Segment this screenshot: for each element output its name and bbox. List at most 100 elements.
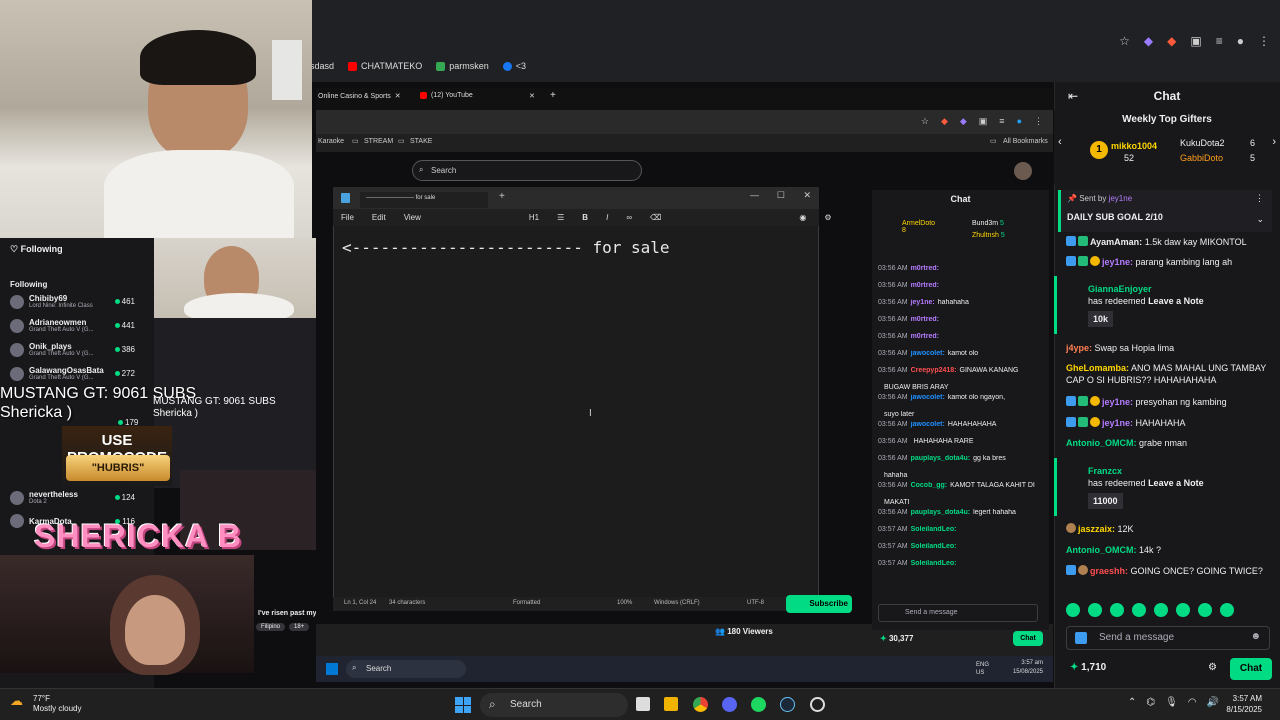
weather-widget[interactable]: 77°F Mostly cloudy	[33, 694, 81, 714]
language-indicator[interactable]: ENG US	[976, 661, 989, 677]
pinned-sub-goal[interactable]: 📌 Sent by jey1ne DAILY SUB GOAL 2/10 ⋮ ⌄	[1058, 190, 1272, 232]
redeem-user[interactable]: Franzcx	[1088, 465, 1268, 477]
chat-user[interactable]: SoleilandLeo:	[911, 560, 957, 567]
new-tab-button[interactable]: +	[499, 191, 505, 202]
spotify-icon[interactable]	[751, 697, 766, 712]
task-view-icon[interactable]	[636, 697, 650, 711]
volume-icon[interactable]: 🔊	[1207, 697, 1219, 708]
taskbar-search[interactable]: ⌕ Search	[346, 660, 466, 678]
gear-icon[interactable]: ⚙	[1208, 662, 1217, 673]
close-icon[interactable]: ✕	[529, 92, 535, 100]
chat-user[interactable]: m0rtred:	[911, 265, 939, 272]
bookmark-chatmateko[interactable]: CHATMATEKO	[348, 61, 422, 71]
following-channel[interactable]: nevertheless Dota 2 124	[10, 490, 135, 505]
following-channel[interactable]: Adrianeowmen Grand Theft Auto V (G... 441	[10, 318, 135, 333]
chat-user[interactable]: Cocob_gg:	[911, 482, 948, 489]
tag[interactable]: 18+	[289, 623, 310, 631]
chevron-down-icon[interactable]: ⌄	[1256, 214, 1264, 225]
emote-icon[interactable]	[1132, 603, 1146, 617]
chat-send-button[interactable]: Chat	[1230, 658, 1272, 680]
chat-user[interactable]: m0rtred:	[911, 282, 939, 289]
menu-icon[interactable]: ⋮	[1034, 116, 1043, 127]
search-input[interactable]: ⌕ Search	[412, 160, 642, 181]
close-button[interactable]: ✕	[803, 190, 811, 201]
discord-icon[interactable]	[722, 697, 737, 712]
steam-icon[interactable]	[780, 697, 795, 712]
wifi-icon[interactable]: ◠	[1188, 697, 1197, 708]
tab-youtube[interactable]: (12) YouTube	[420, 92, 473, 99]
chat-user[interactable]: Antonio_OMCM:	[1066, 545, 1136, 555]
chevron-up-icon[interactable]: ⌃	[1128, 697, 1136, 708]
close-icon[interactable]: ✕	[395, 92, 401, 100]
chat-user[interactable]: pauplays_dota4u:	[911, 455, 971, 462]
emote-icon[interactable]	[1088, 603, 1102, 617]
redeem-user[interactable]: GiannaEnjoyer	[1088, 283, 1268, 295]
chat-user[interactable]: m0rtred:	[911, 316, 939, 323]
extension-icon[interactable]: ◆	[941, 116, 948, 127]
file-explorer-icon[interactable]	[664, 697, 678, 711]
notepad-tab[interactable]: ------------------------ for sale	[360, 192, 488, 208]
chat-user[interactable]: m0rtred:	[911, 333, 939, 340]
puzzle-icon[interactable]: ▣	[979, 116, 988, 127]
chat-user[interactable]: jey1ne:	[1102, 418, 1133, 428]
next-arrow-icon[interactable]: ›	[1272, 136, 1276, 148]
inner-chat-send-button[interactable]: Chat	[1013, 631, 1043, 646]
star-icon[interactable]: ☆	[1119, 34, 1130, 48]
inner-clock[interactable]: 3:57 am 15/08/2025	[1013, 659, 1043, 677]
extension-icon[interactable]: ◆	[1167, 34, 1176, 48]
media-icon[interactable]: ≡	[999, 116, 1004, 127]
chat-user[interactable]: j4ype:	[1066, 343, 1092, 353]
chat-user[interactable]: jey1ne:	[911, 299, 935, 306]
menu-icon[interactable]: ⋮	[1258, 34, 1270, 48]
user-avatar[interactable]	[1014, 162, 1032, 180]
heading-dropdown[interactable]: H1	[529, 213, 539, 222]
status-format[interactable]: Formatted	[513, 600, 540, 606]
link-icon[interactable]: ∞	[626, 213, 632, 222]
prev-arrow-icon[interactable]: ‹	[1058, 136, 1062, 148]
clock[interactable]: 3:57 AM 8/15/2025	[1226, 693, 1262, 715]
italic-icon[interactable]: I	[606, 213, 608, 222]
badge-picker-icon[interactable]	[1075, 632, 1087, 644]
channel-points[interactable]: ✦ 1,710	[1070, 662, 1106, 673]
more-icon[interactable]: ⋮	[1255, 193, 1264, 204]
settings-icon[interactable]: ⚙	[824, 213, 831, 222]
profile-avatar[interactable]: ●	[1237, 34, 1244, 48]
chat-user[interactable]: Creepyp2418:	[911, 367, 957, 374]
menu-view[interactable]: View	[404, 213, 421, 222]
emote-icon[interactable]	[1154, 603, 1168, 617]
inner-chat-input[interactable]: Send a message	[878, 604, 1038, 622]
emote-picker-icon[interactable]: ☻	[1250, 631, 1261, 642]
emote-icon[interactable]	[1176, 603, 1190, 617]
following-channel[interactable]: Onik_plays Grand Theft Auto V (G... 386	[10, 342, 135, 357]
bookmark-stake[interactable]: STAKE	[410, 138, 432, 145]
bookmark-sdasd[interactable]: sdasd	[310, 61, 334, 71]
obs-icon[interactable]	[810, 697, 825, 712]
chat-user[interactable]: SoleilandLeo:	[911, 526, 957, 533]
emote-icon[interactable]	[1220, 603, 1234, 617]
chat-user[interactable]: jawocolet:	[911, 350, 945, 357]
network-icon[interactable]: ⌬	[1146, 697, 1155, 708]
following-channel[interactable]: GalawangOsasBata Grand Theft Auto V (G...…	[10, 366, 135, 381]
windows-start-icon[interactable]	[326, 663, 338, 675]
media-icon[interactable]: ≡	[1216, 34, 1223, 48]
profile-avatar[interactable]: ●	[1017, 116, 1022, 127]
mic-icon[interactable]: 🎙	[1165, 697, 1178, 708]
star-icon[interactable]: ☆	[921, 116, 929, 127]
chat-user[interactable]: jey1ne:	[1102, 257, 1133, 267]
extension-icon[interactable]: ◆	[960, 116, 967, 127]
bookmark-karaoke[interactable]: Karaoke	[318, 138, 344, 145]
windows-start-icon[interactable]	[455, 697, 471, 713]
minimize-button[interactable]: —	[750, 190, 759, 200]
chat-message-input[interactable]: Send a message ☻	[1066, 626, 1270, 650]
collapse-icon[interactable]: ⇤	[1068, 82, 1078, 110]
bookmark-heart[interactable]: <3	[502, 61, 526, 71]
clear-format-icon[interactable]: ⌫	[650, 213, 661, 222]
chat-user[interactable]: GheLomamba:	[1066, 363, 1129, 373]
chat-user[interactable]: jawocolet:	[911, 421, 945, 428]
copilot-icon[interactable]: ◉	[799, 213, 806, 222]
tag[interactable]: Filipino	[256, 623, 286, 631]
chat-user[interactable]: jawocolet:	[911, 394, 945, 401]
bold-icon[interactable]: B	[582, 213, 588, 222]
notepad-editor-text[interactable]: <------------------------ for sale	[342, 238, 670, 257]
following-channel[interactable]: Chibiby69 Lord Nine: Infinite Class 461	[10, 294, 135, 309]
